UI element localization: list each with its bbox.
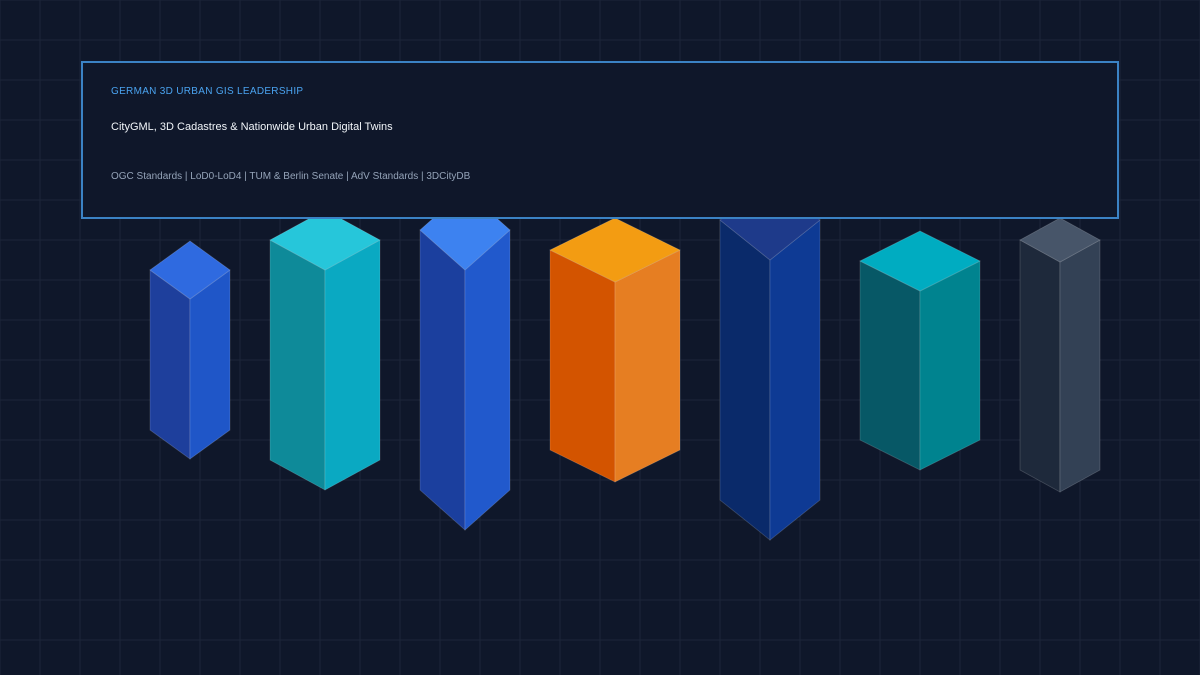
building-left-face — [549, 249, 616, 483]
building-4 — [549, 217, 681, 483]
building-left-face — [859, 260, 921, 471]
panel-tags: OGC Standards | LoD0-LoD4 | TUM & Berlin… — [111, 171, 471, 182]
building-2 — [269, 209, 381, 491]
building-right-face — [769, 219, 821, 541]
panel-headline: CityGML, 3D Cadastres & Nationwide Urban… — [111, 121, 393, 133]
building-left-face — [719, 219, 771, 541]
building-right-face — [919, 260, 981, 471]
building-left-face — [419, 229, 466, 531]
building-7 — [1019, 217, 1101, 493]
panel-kicker: GERMAN 3D URBAN GIS LEADERSHIP — [111, 86, 304, 97]
building-5 — [719, 179, 821, 541]
building-right-face — [1059, 239, 1101, 493]
building-left-face — [149, 269, 191, 460]
building-3 — [419, 189, 511, 531]
building-1 — [149, 240, 231, 460]
building-left-face — [1019, 239, 1061, 493]
building-group — [149, 179, 1101, 541]
title-panel: GERMAN 3D URBAN GIS LEADERSHIP CityGML, … — [81, 61, 1119, 219]
building-right-face — [189, 269, 231, 460]
building-right-face — [464, 229, 511, 531]
building-left-face — [269, 239, 326, 491]
building-right-face — [324, 239, 381, 491]
building-right-face — [614, 249, 681, 483]
building-6 — [859, 230, 981, 471]
